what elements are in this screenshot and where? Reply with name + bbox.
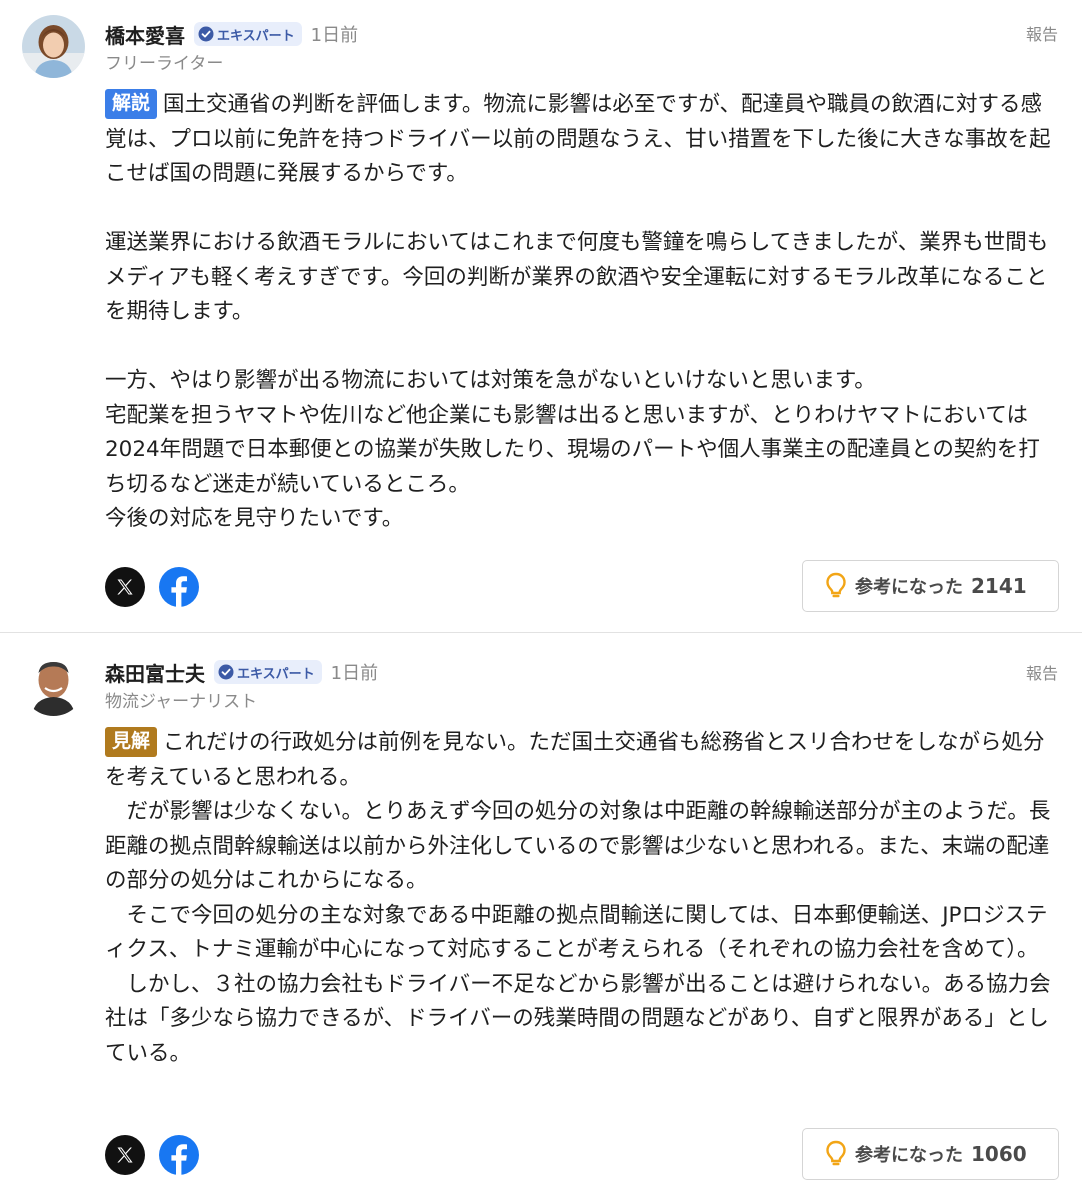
comment-type-tag: 見解	[105, 727, 158, 757]
share-x-button[interactable]	[105, 1135, 145, 1175]
comment-divider	[0, 632, 1082, 633]
useful-button[interactable]: 参考になった 1060	[802, 1128, 1059, 1180]
useful-label: 参考になった	[855, 577, 963, 598]
comment-paragraph: 一方、やはり影響が出る物流においては対策を急がないといけないと思います。	[105, 368, 876, 393]
share-x-button[interactable]	[105, 567, 145, 607]
useful-count: 1060	[971, 1142, 1027, 1166]
verified-check-icon	[198, 26, 214, 42]
report-link[interactable]: 報告	[1026, 21, 1058, 45]
author-role: フリーライター	[105, 54, 224, 74]
author-header: 橋本愛喜 エキスパート 1日前	[105, 19, 358, 49]
post-time: 1日前	[310, 25, 359, 46]
comment-paragraph: しかし、３社の協力会社もドライバー不足などから影響が出ることは避けられない。ある…	[105, 971, 1051, 1066]
useful-label: 参考になった	[855, 1145, 963, 1166]
x-logo-icon	[117, 579, 133, 595]
lightbulb-icon	[826, 572, 846, 598]
post-time: 1日前	[330, 663, 379, 684]
author-header: 森田富士夫 エキスパート 1日前	[105, 657, 378, 687]
comment-paragraph: そこで今回の処分の主な対象である中距離の拠点間輸送に関しては、日本郵便輸送、JP…	[105, 902, 1048, 963]
comment-body: 見解 これだけの行政処分は前例を見ない。ただ国土交通省も総務省とスリ合わせをしなが…	[105, 726, 1057, 1071]
comment-paragraph: 見解 これだけの行政処分は前例を見ない。ただ国土交通省も総務省とスリ合わせをしなが…	[105, 726, 1057, 795]
share-buttons	[105, 1135, 199, 1175]
share-facebook-button[interactable]	[159, 1135, 199, 1175]
comment-type-tag: 解説	[105, 89, 158, 119]
comment-body: 解説 国土交通省の判断を評価します。物流に影響は必至ですが、配達員や職員の飲酒に対…	[105, 88, 1057, 537]
report-link[interactable]: 報告	[1026, 660, 1058, 684]
author-name[interactable]: 森田富士夫	[105, 658, 205, 687]
author-name[interactable]: 橋本愛喜	[105, 20, 185, 49]
useful-count: 2141	[971, 574, 1027, 598]
verified-check-icon	[218, 664, 234, 680]
comment-paragraph: 運送業界における飲酒モラルにおいてはこれまで何度も警鐘を鳴らしてきましたが、業界…	[105, 230, 1049, 324]
comment-paragraph: 解説 国土交通省の判断を評価します。物流に影響は必至ですが、配達員や職員の飲酒に対…	[105, 88, 1057, 192]
x-logo-icon	[117, 1147, 133, 1163]
expert-badge-label: エキスパート	[237, 666, 315, 682]
share-facebook-button[interactable]	[159, 567, 199, 607]
expert-badge: エキスパート	[194, 22, 302, 46]
facebook-icon	[171, 1144, 187, 1175]
author-avatar[interactable]	[22, 653, 85, 716]
facebook-icon	[171, 576, 187, 607]
author-avatar[interactable]	[22, 15, 85, 78]
useful-button[interactable]: 参考になった 2141	[802, 560, 1059, 612]
comment-paragraph: 今後の対応を見守りたいです。	[105, 506, 404, 531]
expert-badge: エキスパート	[214, 660, 322, 684]
expert-badge-label: エキスパート	[217, 28, 295, 44]
comment-paragraph: だが影響は少なくない。とりあえず今回の処分の対象は中距離の幹線輸送部分が主のよう…	[105, 799, 1051, 893]
author-role: 物流ジャーナリスト	[105, 692, 258, 712]
lightbulb-icon	[826, 1140, 846, 1166]
share-buttons	[105, 567, 199, 607]
comment-paragraph: 宅配業を担うヤマトや佐川など他企業にも影響は出ると思いますが、とりわけヤマトにお…	[105, 402, 1040, 497]
